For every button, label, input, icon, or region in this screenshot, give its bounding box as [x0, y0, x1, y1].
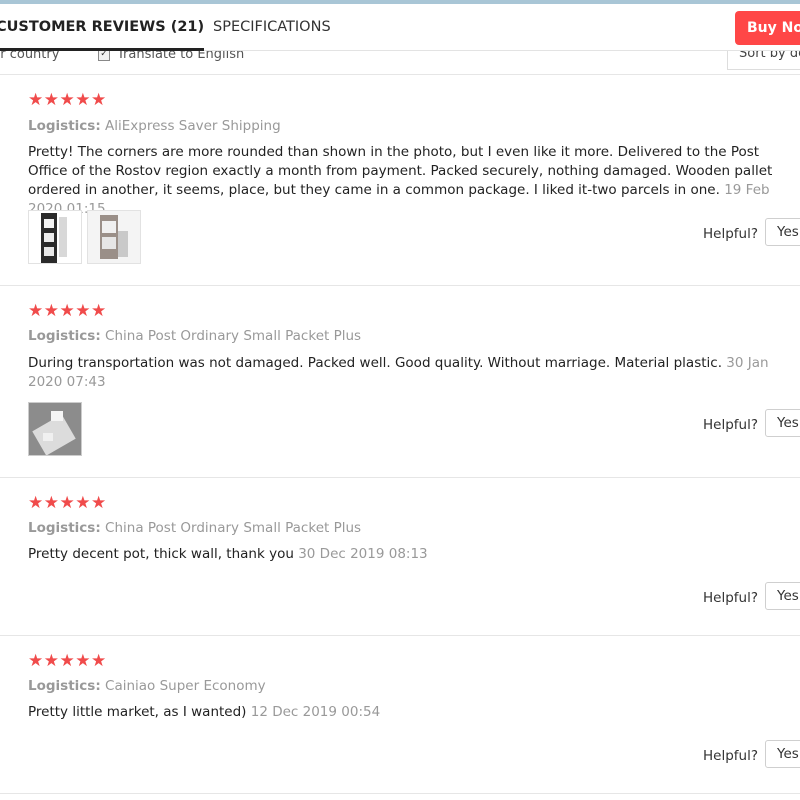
- logistics-value: China Post Ordinary Small Packet Plus: [105, 520, 362, 536]
- logistics-label: Logistics:: [28, 520, 101, 536]
- logistics-label: Logistics:: [28, 118, 101, 134]
- review-filter-bar: ur country ✓ Translate to English Sort b…: [0, 50, 800, 75]
- helpful-yes-button[interactable]: Yes: [765, 582, 800, 610]
- review-date: 30 Dec 2019 08:13: [298, 546, 428, 562]
- helpful-label: Helpful?: [703, 590, 759, 606]
- tab-customer-reviews[interactable]: CUSTOMER REVIEWS (21): [0, 4, 205, 51]
- review-item: ★★★★★ Logistics: China Post Ordinary Sma…: [0, 286, 800, 478]
- helpful-label: Helpful?: [703, 226, 759, 242]
- logistics-value: China Post Ordinary Small Packet Plus: [105, 328, 362, 344]
- rating-stars: ★★★★★: [28, 651, 107, 671]
- review-text: Pretty! The corners are more rounded tha…: [28, 143, 798, 219]
- product-tabs: CUSTOMER REVIEWS (21) SPECIFICATIONS Buy…: [0, 4, 800, 51]
- buy-now-button[interactable]: Buy Now: [735, 11, 800, 45]
- logistics-label: Logistics:: [28, 328, 101, 344]
- helpful-label: Helpful?: [703, 748, 759, 764]
- translate-checkbox[interactable]: ✓: [98, 50, 110, 61]
- review-item: ★★★★★ Logistics: AliExpress Saver Shippi…: [0, 75, 800, 286]
- review-date: 12 Dec 2019 00:54: [250, 704, 381, 720]
- helpful-label: Helpful?: [703, 417, 759, 433]
- review-text: Pretty little market, as I wanted) 12 De…: [28, 703, 798, 722]
- review-logistics: Logistics: Cainiao Super Economy: [28, 677, 266, 695]
- translate-label[interactable]: Translate to English: [117, 51, 244, 62]
- helpful-yes-button[interactable]: Yes: [765, 218, 800, 246]
- logistics-label: Logistics:: [28, 678, 101, 694]
- helpful-yes-button[interactable]: Yes: [765, 409, 800, 437]
- logistics-value: AliExpress Saver Shipping: [105, 118, 281, 134]
- review-body: Pretty decent pot, thick wall, thank you: [28, 546, 294, 562]
- review-logistics: Logistics: China Post Ordinary Small Pac…: [28, 519, 361, 537]
- review-logistics: Logistics: China Post Ordinary Small Pac…: [28, 327, 361, 345]
- review-photo-thumbnail[interactable]: [28, 402, 82, 456]
- review-logistics: Logistics: AliExpress Saver Shipping: [28, 117, 281, 135]
- review-body: During transportation was not damaged. P…: [28, 355, 722, 371]
- tab-specifications[interactable]: SPECIFICATIONS: [213, 4, 331, 51]
- review-body: Pretty! The corners are more rounded tha…: [28, 144, 773, 198]
- review-text: Pretty decent pot, thick wall, thank you…: [28, 545, 798, 564]
- review-photo-thumbnail[interactable]: [28, 210, 82, 264]
- review-photo-thumbnail[interactable]: [87, 210, 141, 264]
- review-item: ★★★★★ Logistics: China Post Ordinary Sma…: [0, 478, 800, 636]
- helpful-yes-button[interactable]: Yes: [765, 740, 800, 768]
- logistics-value: Cainiao Super Economy: [105, 678, 266, 694]
- rating-stars: ★★★★★: [28, 90, 107, 110]
- rating-stars: ★★★★★: [28, 493, 107, 513]
- review-item: ★★★★★ Logistics: Cainiao Super Economy P…: [0, 636, 800, 794]
- filter-your-country[interactable]: ur country: [0, 51, 59, 62]
- review-text: During transportation was not damaged. P…: [28, 354, 798, 392]
- review-body: Pretty little market, as I wanted): [28, 704, 247, 720]
- sort-dropdown[interactable]: Sort by de: [727, 51, 800, 70]
- rating-stars: ★★★★★: [28, 301, 107, 321]
